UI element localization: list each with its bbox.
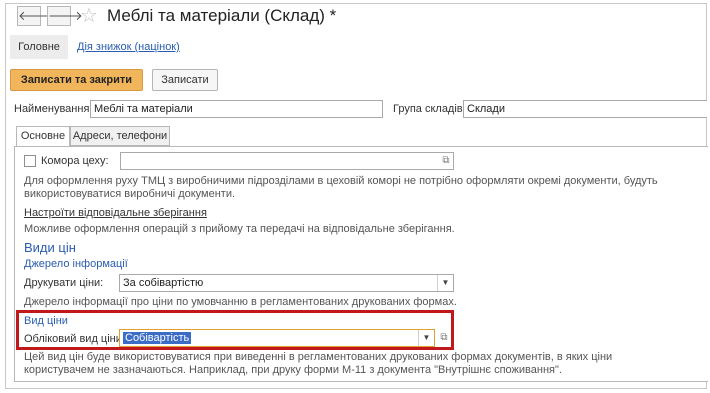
group-field[interactable]: Склади — [463, 100, 707, 118]
group-label: Група складів: — [393, 103, 466, 115]
storeroom-field[interactable] — [120, 152, 454, 170]
info-source-heading: Джерело інформації — [24, 258, 128, 270]
forward-button[interactable]: 🡒 — [47, 6, 83, 26]
storeroom-label: Комора цеху: — [41, 155, 109, 167]
custody-link[interactable]: Настроїти відповідальне зберігання — [24, 207, 207, 219]
print-prices-note: Джерело інформації про ціни по умовчанню… — [24, 296, 457, 308]
chevron-down-icon[interactable]: ▼ — [437, 275, 453, 291]
open-icon[interactable]: ⧉ — [438, 153, 454, 169]
back-button[interactable]: 🡐 — [17, 6, 53, 26]
name-label: Найменування: — [14, 103, 93, 115]
highlight-frame — [16, 310, 454, 350]
discounts-link[interactable]: Дія знижок (націнок) — [77, 41, 180, 53]
print-prices-value: За собівартістю — [123, 277, 204, 289]
custody-note: Можливе оформлення операцій з прийому та… — [24, 223, 455, 235]
name-field[interactable]: Меблі та матеріали — [90, 100, 383, 118]
tab-main[interactable]: Основне — [16, 126, 70, 147]
favorite-star-icon[interactable]: ☆ — [80, 3, 98, 28]
storeroom-note: Для оформлення руху ТМЦ з виробничими пі… — [24, 175, 658, 200]
window-title: Меблі та матеріали (Склад) * — [107, 6, 337, 25]
main-command[interactable]: Головне — [10, 35, 68, 59]
tab-addresses[interactable]: Адреси, телефони — [70, 126, 170, 146]
prices-heading: Види цін — [24, 240, 76, 255]
arrow-right-icon: 🡒 — [48, 8, 83, 23]
storeroom-checkbox[interactable] — [24, 155, 36, 167]
save-button[interactable]: Записати — [152, 69, 218, 91]
print-prices-select[interactable]: За собівартістю ▼ — [119, 274, 454, 292]
save-and-close-button[interactable]: Записати та закрити — [10, 69, 143, 91]
print-prices-label: Друкувати ціни: — [24, 277, 104, 289]
price-type-note: Цей вид цін буде використовуватися при в… — [24, 351, 613, 376]
